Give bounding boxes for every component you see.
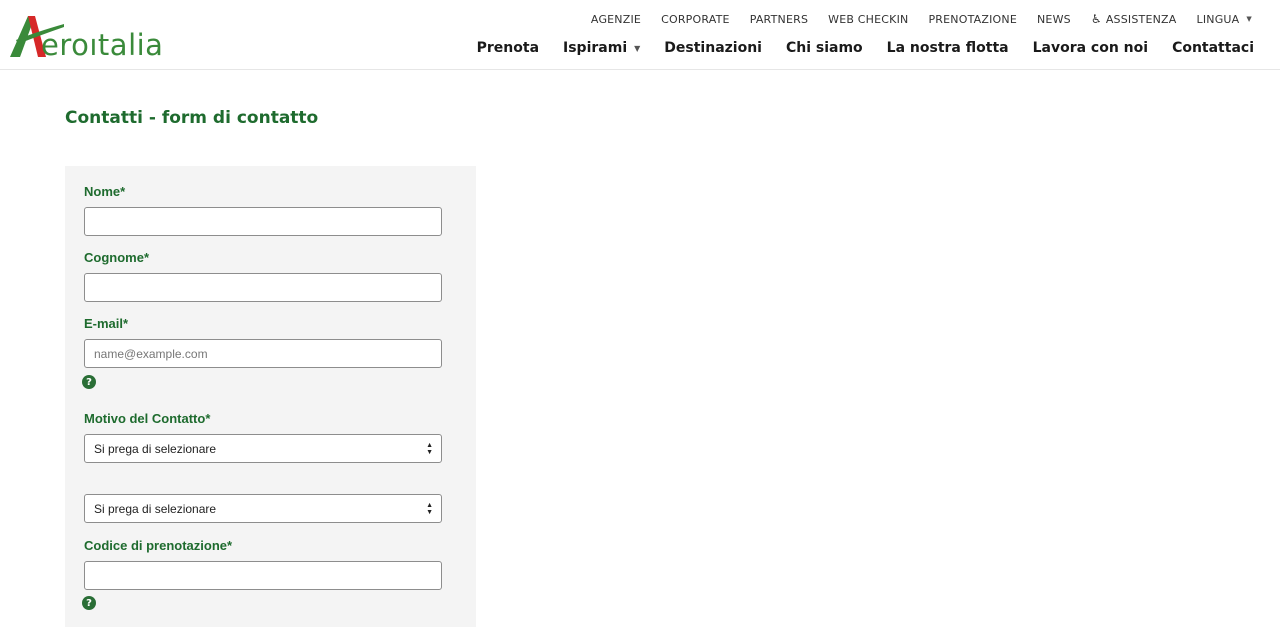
main-nav-prenota[interactable]: Prenota [465,40,551,56]
codice-label: Codice di prenotazione* [84,538,233,553]
motivo-selected-value: Si prega di selezionare [94,441,217,456]
main-nav-destinazioni[interactable]: Destinazioni [652,40,774,56]
main-nav-lavora[interactable]: Lavora con noi [1021,40,1160,56]
aeroitalia-logo[interactable]: eroıtalia [8,10,192,62]
top-nav-partners[interactable]: PARTNERS [740,13,818,26]
page-title: Contatti - form di contatto [65,108,319,128]
main-nav-contattaci[interactable]: Contattaci [1160,40,1266,56]
top-nav-prenotazione[interactable]: PRENOTAZIONE [918,13,1027,26]
codice-input[interactable] [84,561,442,590]
main-nav-label: La nostra flotta [886,40,1009,56]
top-utility-nav: AGENZIE CORPORATE PARTNERS WEB CHECKIN P… [581,12,1262,26]
logo-wordmark: eroıtalia [41,28,164,62]
select-arrows-icon: ▲ ▼ [426,442,433,456]
top-nav-assistenza[interactable]: ♿ ASSISTENZA [1081,12,1187,26]
main-nav-chi-siamo[interactable]: Chi siamo [774,40,875,56]
top-nav-lingua[interactable]: LINGUA ▼ [1187,13,1263,26]
main-nav-ispirami[interactable]: Ispirami ▼ [551,40,652,56]
top-nav-label: NEWS [1037,12,1071,26]
nome-input[interactable] [84,207,442,236]
top-nav-label: PARTNERS [749,12,809,26]
top-nav-label: LINGUA [1196,12,1240,26]
top-nav-web-checkin[interactable]: WEB CHECKIN [818,13,918,26]
contact-form: Nome* Cognome* E-mail* ? Motivo del Cont… [65,166,476,627]
main-nav-label: Lavora con noi [1032,40,1149,56]
motivo-label: Motivo del Contatto* [84,411,211,426]
select-arrows-icon: ▲ ▼ [426,502,433,516]
top-nav-label: AGENZIE [590,12,642,26]
main-nav-label: Prenota [476,40,540,56]
motivo-select[interactable]: Si prega di selezionare ▲ ▼ [84,434,442,463]
top-nav-news[interactable]: NEWS [1027,13,1081,26]
main-nav-label: Contattaci [1172,40,1254,56]
sub-motivo-selected-value: Si prega di selezionare [94,501,217,516]
accessibility-icon: ♿ [1090,12,1102,26]
main-nav-label: Ispirami [563,40,628,56]
caret-down-icon: ▼ [634,43,641,53]
main-nav: Prenota Ispirami ▼ Destinazioni Chi siamo… [465,40,1266,56]
site-header: eroıtalia AGENZIE CORPORATE PARTNERS WEB… [0,0,1280,70]
top-nav-agenzie[interactable]: AGENZIE [581,13,651,26]
main-nav-flotta[interactable]: La nostra flotta [875,40,1021,56]
cognome-input[interactable] [84,273,442,302]
nome-label: Nome* [84,184,126,199]
top-nav-label: WEB CHECKIN [828,12,909,26]
top-nav-label: ASSISTENZA [1105,12,1177,26]
sub-motivo-select[interactable]: Si prega di selezionare ▲ ▼ [84,494,442,523]
cognome-label: Cognome* [84,250,149,265]
main-nav-label: Chi siamo [785,40,863,56]
codice-help-icon[interactable]: ? [82,596,96,610]
email-label: E-mail* [84,316,129,331]
top-nav-label: PRENOTAZIONE [928,12,1017,26]
top-nav-corporate[interactable]: CORPORATE [651,13,740,26]
main-nav-label: Destinazioni [664,40,762,56]
caret-down-icon: ▼ [1246,15,1252,23]
email-help-icon[interactable]: ? [82,375,96,389]
top-nav-label: CORPORATE [661,12,730,26]
email-input[interactable] [84,339,442,368]
